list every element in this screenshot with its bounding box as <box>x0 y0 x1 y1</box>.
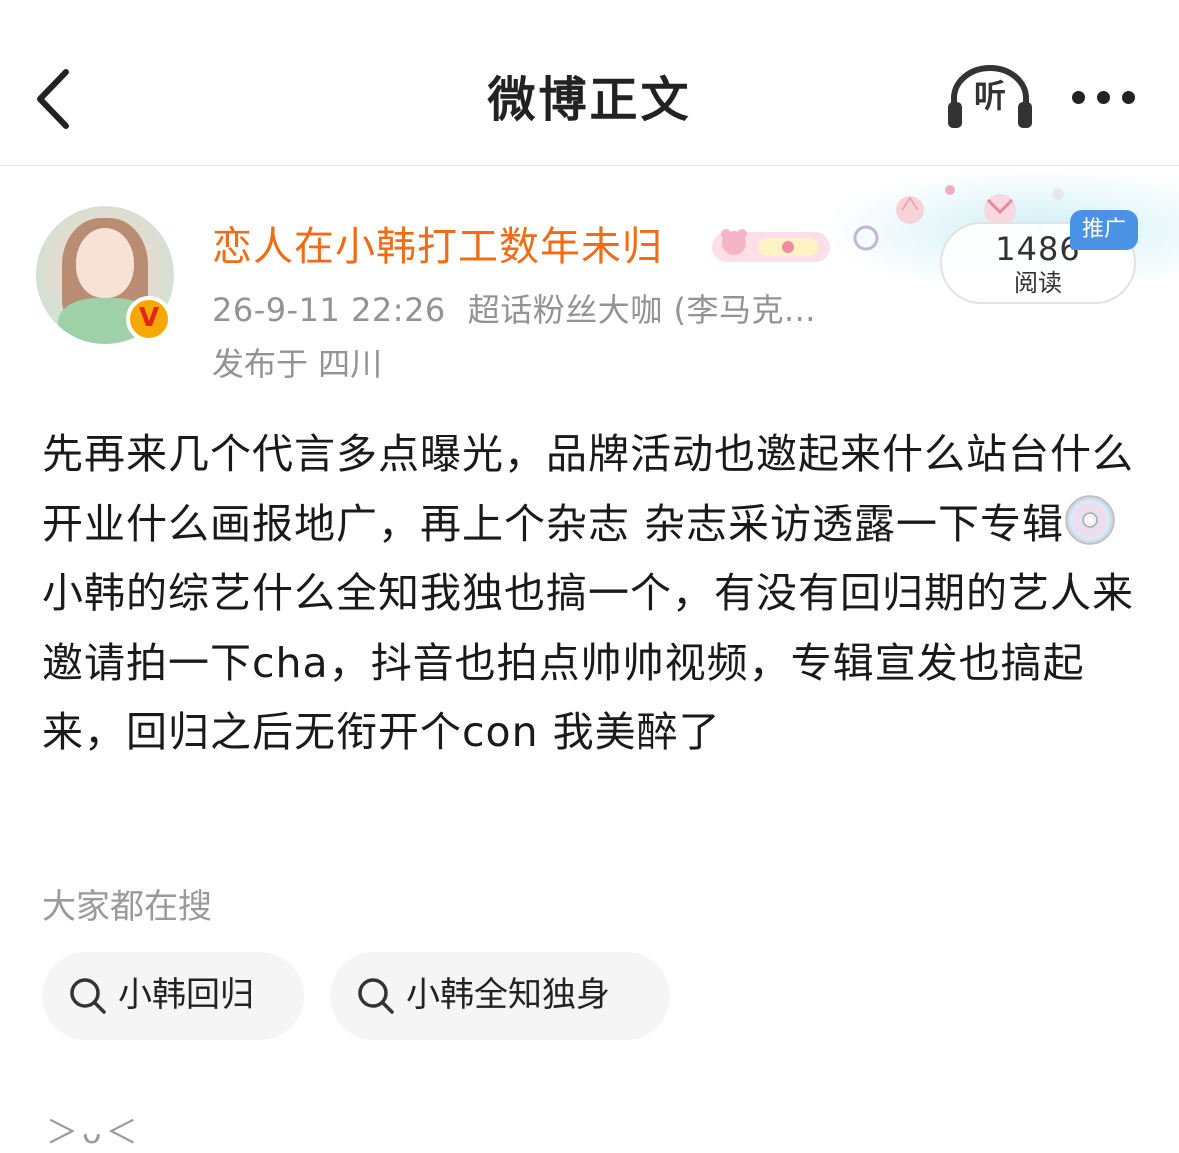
post-timestamp: 26-9-11 22:26 <box>212 291 446 329</box>
more-dots-icon <box>1097 91 1110 104</box>
search-chip-label: 小韩回归 <box>118 975 254 1015</box>
post-body: 先再来几个代言多点曝光，品牌活动也邀起来什么站台什么开业什么画报地广，再上个杂志… <box>42 420 1142 768</box>
search-icon <box>70 978 106 1014</box>
post-location: 发布于 四川 <box>212 345 383 383</box>
author-name[interactable]: 恋人在小韩打工数年未归 <box>212 220 663 274</box>
post-text-part-1: 先再来几个代言多点曝光，品牌活动也邀起来什么站台什么开业什么画报地广，再上个杂志… <box>42 430 1134 548</box>
search-icon <box>358 978 394 1014</box>
avatar-face <box>76 228 134 298</box>
more-dots-icon <box>1072 91 1085 104</box>
listen-button[interactable]: 听 <box>944 62 1036 132</box>
nav-bar: 微博正文 听 <box>0 0 1179 166</box>
verified-badge: V <box>126 296 172 342</box>
post-text-part-2: 小韩的综艺什么全知我独也搞一个，有没有回归期的艺人来邀请拍一下cha，抖音也拍点… <box>42 569 1134 756</box>
search-chip-1[interactable]: 小韩回归 <box>42 952 304 1040</box>
trending-search-heading: 大家都在搜 <box>42 887 212 927</box>
post-source[interactable]: 超话粉丝大咖 (李马克... <box>468 291 816 329</box>
read-label: 阅读 <box>1014 269 1062 297</box>
more-button[interactable] <box>1066 84 1140 114</box>
listen-label: 听 <box>973 77 1006 115</box>
cd-disc-icon <box>1065 494 1115 545</box>
search-chip-label: 小韩全知独身 <box>406 975 610 1015</box>
promo-badge[interactable]: 推广 <box>1070 210 1138 250</box>
fan-badge-icon <box>712 226 830 268</box>
post-meta: 26-9-11 22:26 超话粉丝大咖 (李马克... <box>212 288 816 332</box>
footer-emoticon: ＞ᴗ＜ <box>46 1113 142 1151</box>
search-chip-2[interactable]: 小韩全知独身 <box>330 952 670 1040</box>
more-dots-icon <box>1122 91 1135 104</box>
